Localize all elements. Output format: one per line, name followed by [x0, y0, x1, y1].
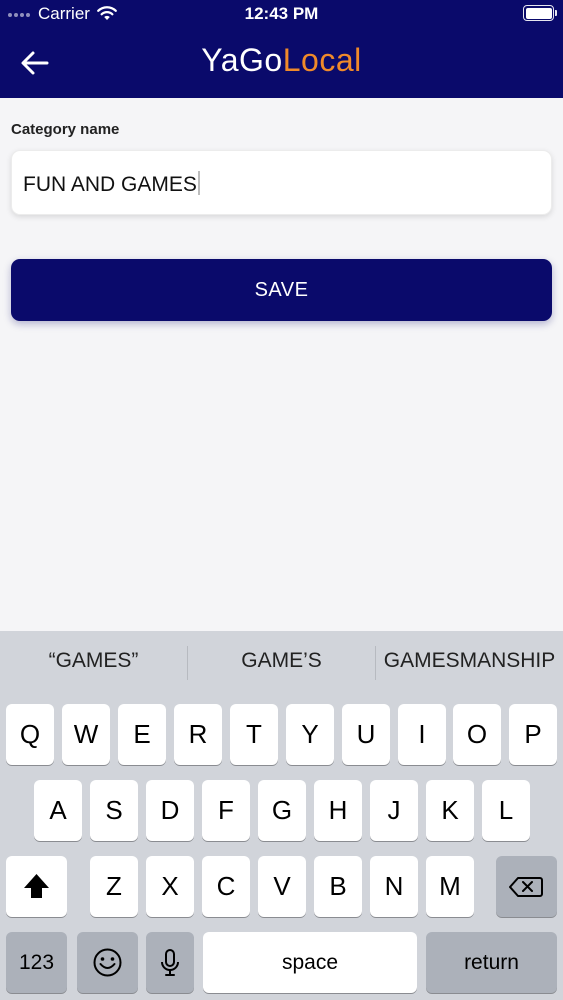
key-v[interactable]: V	[258, 856, 306, 917]
key-a[interactable]: A	[34, 780, 82, 841]
key-d[interactable]: D	[146, 780, 194, 841]
key-o[interactable]: O	[453, 704, 501, 765]
logo-local: Local	[282, 42, 362, 78]
key-label: I	[418, 719, 426, 749]
key-x[interactable]: X	[146, 856, 194, 917]
status-time: 12:43 PM	[244, 4, 319, 23]
key-f[interactable]: F	[202, 780, 250, 841]
key-j[interactable]: J	[370, 780, 418, 841]
key-m[interactable]: M	[426, 856, 474, 917]
key-u[interactable]: U	[342, 704, 390, 765]
app-logo: YaGoLocal	[0, 42, 563, 79]
key-b[interactable]: B	[314, 856, 362, 917]
key-label: J	[387, 795, 401, 825]
key-label: return	[464, 951, 519, 974]
suggestion-2[interactable]: GAME’S	[188, 649, 375, 673]
key-label: B	[329, 871, 347, 901]
key-e[interactable]: E	[118, 704, 166, 765]
microphone-icon	[161, 949, 179, 976]
input-value-wrapper: FUN AND GAMES	[23, 171, 200, 197]
key-h[interactable]: H	[314, 780, 362, 841]
key-label: O	[466, 719, 488, 749]
on-screen-keyboard: “GAMES” GAME’S GAMESMANSHIP Q W E R T Y …	[0, 631, 563, 1000]
key-t[interactable]: T	[230, 704, 278, 765]
key-y[interactable]: Y	[286, 704, 334, 765]
key-i[interactable]: I	[398, 704, 446, 765]
key-label: A	[49, 795, 67, 825]
key-label: L	[498, 795, 514, 825]
key-n[interactable]: N	[370, 856, 418, 917]
suggestion-bar: “GAMES” GAME’S GAMESMANSHIP	[0, 631, 563, 695]
key-label: U	[356, 719, 376, 749]
key-label: V	[273, 871, 291, 901]
key-q[interactable]: Q	[6, 704, 54, 765]
shift-key[interactable]	[6, 856, 67, 917]
save-button[interactable]: SAVE	[11, 259, 552, 321]
key-label: S	[105, 795, 123, 825]
key-label: H	[328, 795, 348, 825]
key-label: space	[281, 951, 339, 974]
key-label: E	[133, 719, 151, 749]
key-r[interactable]: R	[174, 704, 222, 765]
key-label: P	[524, 719, 542, 749]
key-label: Q	[19, 719, 41, 749]
space-key[interactable]: space	[203, 932, 417, 993]
key-label: N	[384, 871, 404, 901]
key-k[interactable]: K	[426, 780, 474, 841]
key-label: F	[218, 795, 234, 825]
app-header: Carrier 12:43 PM YaGoLocal	[0, 0, 563, 98]
delete-key[interactable]	[496, 856, 557, 917]
suggestion-3[interactable]: GAMESMANSHIP	[376, 649, 563, 673]
key-label: Y	[301, 719, 319, 749]
emoji-key[interactable]	[77, 932, 138, 993]
key-label: X	[161, 871, 179, 901]
key-label: Z	[106, 871, 122, 901]
status-bar: Carrier 12:43 PM	[0, 0, 563, 28]
key-label: 123	[18, 951, 55, 974]
category-name-input[interactable]: FUN AND GAMES	[11, 150, 552, 215]
numbers-key[interactable]: 123	[6, 932, 67, 993]
key-label: K	[441, 795, 459, 825]
shift-icon	[24, 874, 49, 898]
key-p[interactable]: P	[509, 704, 557, 765]
key-s[interactable]: S	[90, 780, 138, 841]
text-caret	[197, 171, 200, 195]
emoji-icon	[93, 948, 122, 977]
logo-yago: YaGo	[201, 42, 283, 78]
key-label: C	[216, 871, 236, 901]
suggestion-1[interactable]: “GAMES”	[0, 649, 187, 673]
key-g[interactable]: G	[258, 780, 306, 841]
key-label: R	[188, 719, 208, 749]
key-label: W	[73, 719, 99, 749]
key-w[interactable]: W	[62, 704, 110, 765]
key-label: D	[160, 795, 180, 825]
category-name-label: Category name	[11, 121, 120, 138]
microphone-key[interactable]	[146, 932, 194, 993]
key-z[interactable]: Z	[90, 856, 138, 917]
key-label: M	[439, 871, 461, 901]
key-label: G	[271, 795, 293, 825]
key-label: T	[246, 719, 262, 749]
key-c[interactable]: C	[202, 856, 250, 917]
battery-icon	[523, 5, 557, 21]
delete-icon	[509, 877, 543, 897]
category-name-value: FUN AND GAMES	[23, 173, 197, 196]
key-l[interactable]: L	[482, 780, 530, 841]
return-key[interactable]: return	[426, 932, 557, 993]
